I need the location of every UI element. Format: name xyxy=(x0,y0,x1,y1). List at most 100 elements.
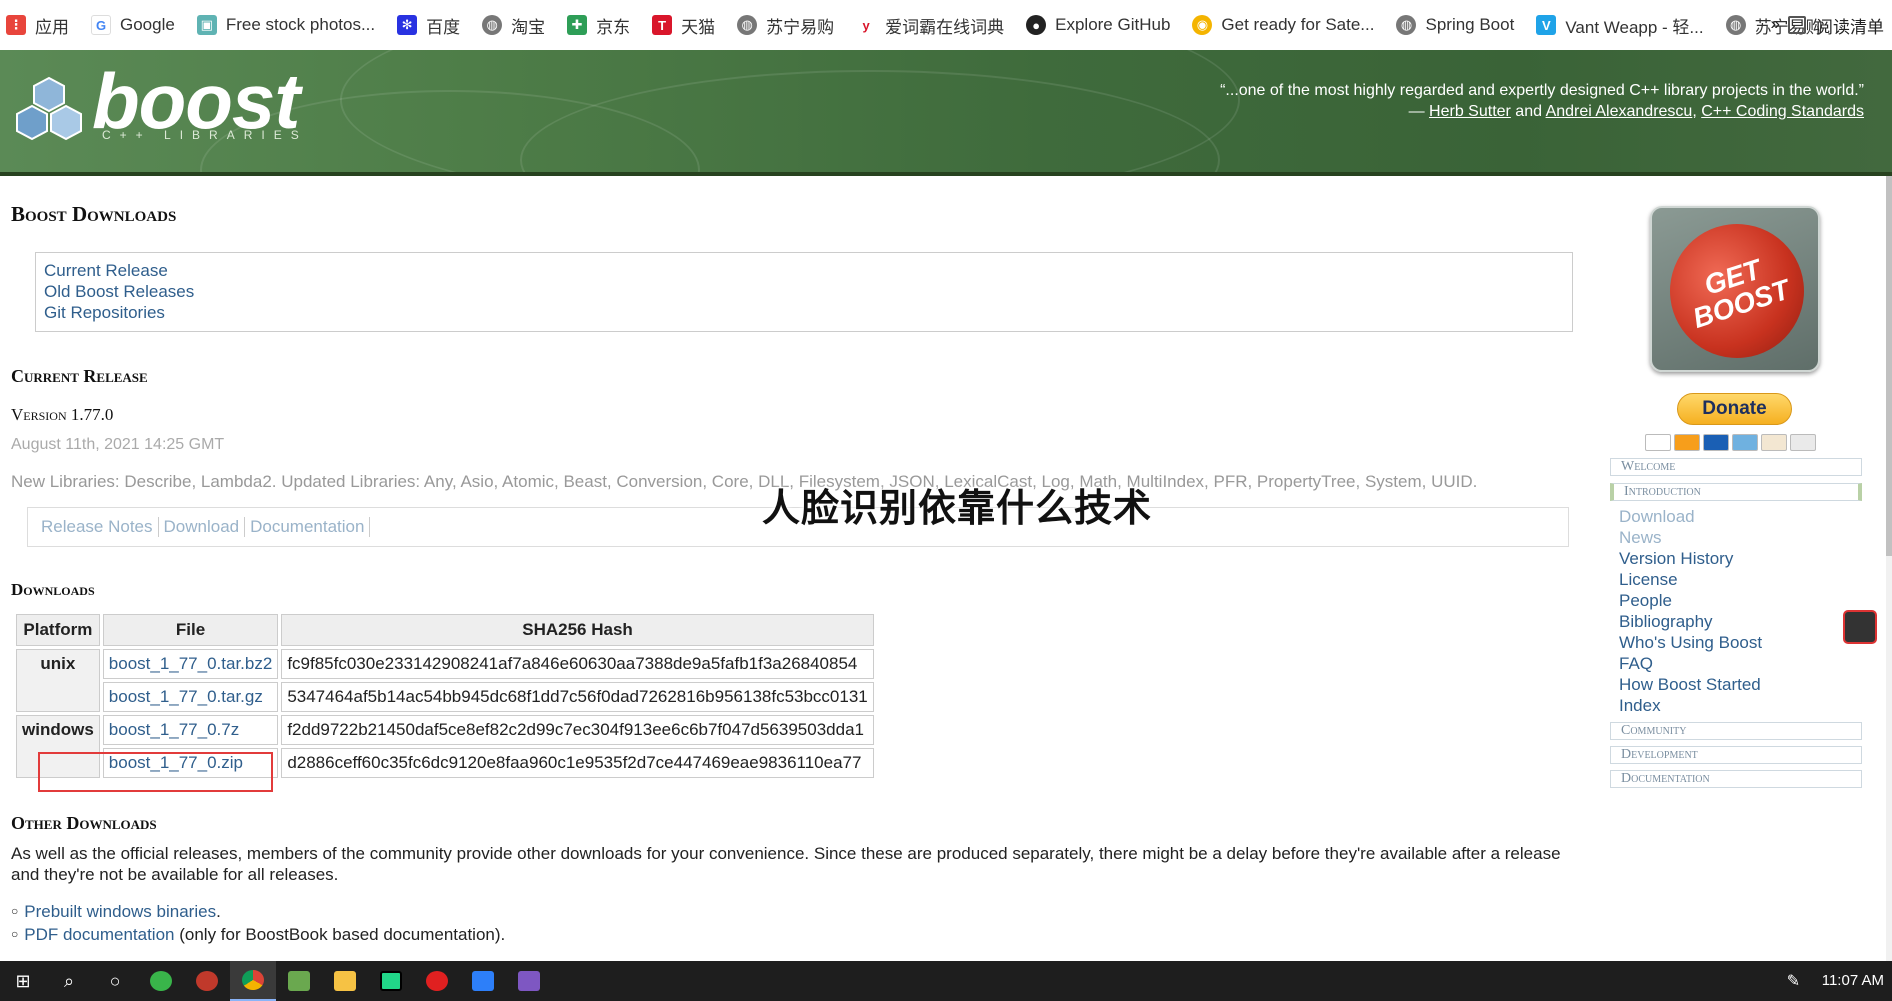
list-item: PDF documentation (only for BoostBook ba… xyxy=(11,924,505,947)
globe-icon: ◍ xyxy=(1396,15,1417,35)
github-icon: ● xyxy=(1026,15,1047,35)
quote-author-herb-sutter-link[interactable]: Herb Sutter xyxy=(1429,103,1511,120)
page-title: Boost Downloads xyxy=(11,202,177,226)
bookmark-vant[interactable]: V Vant Weapp - 轻... xyxy=(1536,13,1704,38)
stock-photos-icon: ▣ xyxy=(196,15,217,35)
table-row: boost_1_77_0.tar.gz 5347464af5b14ac54bb9… xyxy=(16,682,874,712)
sidebar-section-development[interactable]: Development xyxy=(1610,746,1862,764)
bookmark-taobao[interactable]: ◍ 淘宝 xyxy=(482,13,545,38)
quote-author-alexandrescu-link[interactable]: Andrei Alexandrescu xyxy=(1546,103,1693,120)
prebuilt-windows-binaries-link[interactable]: Prebuilt windows binaries xyxy=(24,902,216,921)
pycharm-icon[interactable] xyxy=(368,961,414,1001)
release-notes-link[interactable]: Release Notes xyxy=(36,517,159,537)
bookmark-google[interactable]: G Google xyxy=(91,15,175,35)
globe-icon: ◍ xyxy=(737,15,758,35)
hash-cell: fc9f85fc030e233142908241af7a846e60630aa7… xyxy=(281,649,874,679)
bookmark-stock-photos[interactable]: ▣ Free stock photos... xyxy=(196,15,375,35)
taskbar-clock[interactable]: 11:07 AM xyxy=(1822,961,1884,1001)
sidebar-link-news[interactable]: News xyxy=(1619,527,1762,548)
maestro-card-icon xyxy=(1703,434,1729,451)
other-downloads-heading: Other Downloads xyxy=(11,813,157,833)
quote-book-link[interactable]: C++ Coding Standards xyxy=(1701,103,1864,120)
download-tar-gz-link[interactable]: boost_1_77_0.tar.gz xyxy=(109,687,263,706)
get-boost-button[interactable]: GET BOOST xyxy=(1650,206,1820,372)
toc-git-repositories-link[interactable]: Git Repositories xyxy=(44,302,1564,323)
hash-cell: d2886ceff60c35fc6dc9120e8faa960c1e9535f2… xyxy=(281,748,874,778)
app-green-icon[interactable] xyxy=(138,961,184,1001)
pdf-documentation-link[interactable]: PDF documentation xyxy=(24,925,174,944)
sidebar-link-how-started[interactable]: How Boost Started xyxy=(1619,674,1762,695)
floating-tool-button[interactable] xyxy=(1843,610,1877,644)
boost-logo-subtitle: C++ LIBRARIES xyxy=(102,128,308,142)
vant-icon: V xyxy=(1536,15,1557,35)
list-item: Prebuilt windows binaries. xyxy=(11,901,505,924)
bookmark-baidu[interactable]: ✻ 百度 xyxy=(397,13,460,38)
sidebar-link-faq[interactable]: FAQ xyxy=(1619,653,1762,674)
app-red-icon[interactable] xyxy=(414,961,460,1001)
bookmark-spring-boot[interactable]: ◍ Spring Boot xyxy=(1396,15,1514,35)
pen-tray-icon[interactable]: ✎ xyxy=(1787,971,1800,991)
discover-card-icon xyxy=(1761,434,1787,451)
google-icon: G xyxy=(91,15,111,35)
sidebar-section-introduction[interactable]: Introduction xyxy=(1610,483,1862,501)
app-folder-green-icon[interactable] xyxy=(276,961,322,1001)
version-label: Version 1.77.0 xyxy=(11,405,114,424)
hash-cell: 5347464af5b14ac54bb945dc68f1dd7c56f0dad7… xyxy=(281,682,874,712)
apps-grid-icon: ⋮ xyxy=(6,15,26,35)
sidebar-section-documentation[interactable]: Documentation xyxy=(1610,770,1862,788)
bookmark-github[interactable]: ● Explore GitHub xyxy=(1026,15,1170,35)
sidebar-link-index[interactable]: Index xyxy=(1619,695,1762,716)
app-blue-icon[interactable] xyxy=(460,961,506,1001)
sidebar-section-welcome[interactable]: Welcome xyxy=(1610,458,1862,476)
sidebar-link-people[interactable]: People xyxy=(1619,590,1762,611)
card-icon xyxy=(1790,434,1816,451)
other-downloads-description: As well as the official releases, member… xyxy=(11,844,1561,884)
red-push-button-icon: GET BOOST xyxy=(1652,208,1818,370)
file-cell: boost_1_77_0.7z xyxy=(102,715,279,745)
release-libraries-summary: New Libraries: Describe, Lambda2. Update… xyxy=(11,472,1478,491)
windows-start-icon[interactable]: ⊞ xyxy=(0,961,46,1001)
task-view-icon[interactable]: ○ xyxy=(92,961,138,1001)
file-explorer-icon[interactable] xyxy=(322,961,368,1001)
reading-list-button[interactable]: 阅读清单 xyxy=(1788,0,1884,50)
bookmark-jd[interactable]: ✚ 京东 xyxy=(567,13,630,38)
iciba-icon: y xyxy=(856,15,877,35)
bookmarks-more-button[interactable]: » xyxy=(1771,14,1780,34)
sidebar-link-download[interactable]: Download xyxy=(1619,506,1762,527)
globe-icon: ◍ xyxy=(482,15,503,35)
baidu-paw-icon: ✻ xyxy=(397,15,418,35)
current-release-heading: Current Release xyxy=(11,366,148,386)
bookmark-iciba[interactable]: y 爱词霸在线词典 xyxy=(856,13,1004,38)
toc-current-release-link[interactable]: Current Release xyxy=(44,260,1564,281)
sidebar-link-whos-using[interactable]: Who's Using Boost xyxy=(1619,632,1762,653)
sidebar-intro-links: Download News Version History License Pe… xyxy=(1619,506,1762,716)
download-7z-link[interactable]: boost_1_77_0.7z xyxy=(109,720,239,739)
release-download-link[interactable]: Download xyxy=(159,517,246,537)
search-icon[interactable]: ⌕ xyxy=(46,961,92,1001)
other-downloads-list: Prebuilt windows binaries. PDF documenta… xyxy=(11,901,505,947)
visual-studio-icon[interactable] xyxy=(506,961,552,1001)
bookmark-sate[interactable]: ◉ Get ready for Sate... xyxy=(1192,15,1374,35)
download-tar-bz2-link[interactable]: boost_1_77_0.tar.bz2 xyxy=(109,654,273,673)
sidebar-link-bibliography[interactable]: Bibliography xyxy=(1619,611,1762,632)
table-header-row: Platform File SHA256 Hash xyxy=(16,614,874,646)
hash-column-header: SHA256 Hash xyxy=(281,614,874,646)
sidebar-section-community[interactable]: Community xyxy=(1610,722,1862,740)
release-date: August 11th, 2021 14:25 GMT xyxy=(11,436,225,453)
app-netease-icon[interactable] xyxy=(184,961,230,1001)
release-documentation-link[interactable]: Documentation xyxy=(245,517,371,537)
platform-cell-unix: unix xyxy=(16,649,100,712)
scrollbar-thumb[interactable] xyxy=(1886,176,1892,556)
platform-column-header: Platform xyxy=(16,614,100,646)
donate-button[interactable]: Donate xyxy=(1677,393,1792,425)
sidebar-link-version-history[interactable]: Version History xyxy=(1619,548,1762,569)
chrome-icon[interactable] xyxy=(230,961,276,1001)
hash-cell: f2dd9722b21450daf5ce8ef82c2d99c7ec304f91… xyxy=(281,715,874,745)
bookmark-suning[interactable]: ◍ 苏宁易购 xyxy=(737,13,834,38)
jd-icon: ✚ xyxy=(567,15,588,35)
toc-old-releases-link[interactable]: Old Boost Releases xyxy=(44,281,1564,302)
sidebar-link-license[interactable]: License xyxy=(1619,569,1762,590)
bookmark-tmall[interactable]: T 天猫 xyxy=(652,13,715,38)
bookmarks-bar: ⋮ 应用 G Google ▣ Free stock photos... ✻ 百度 ◍ 淘… xyxy=(0,0,1892,50)
bookmark-apps[interactable]: ⋮ 应用 xyxy=(6,13,69,38)
